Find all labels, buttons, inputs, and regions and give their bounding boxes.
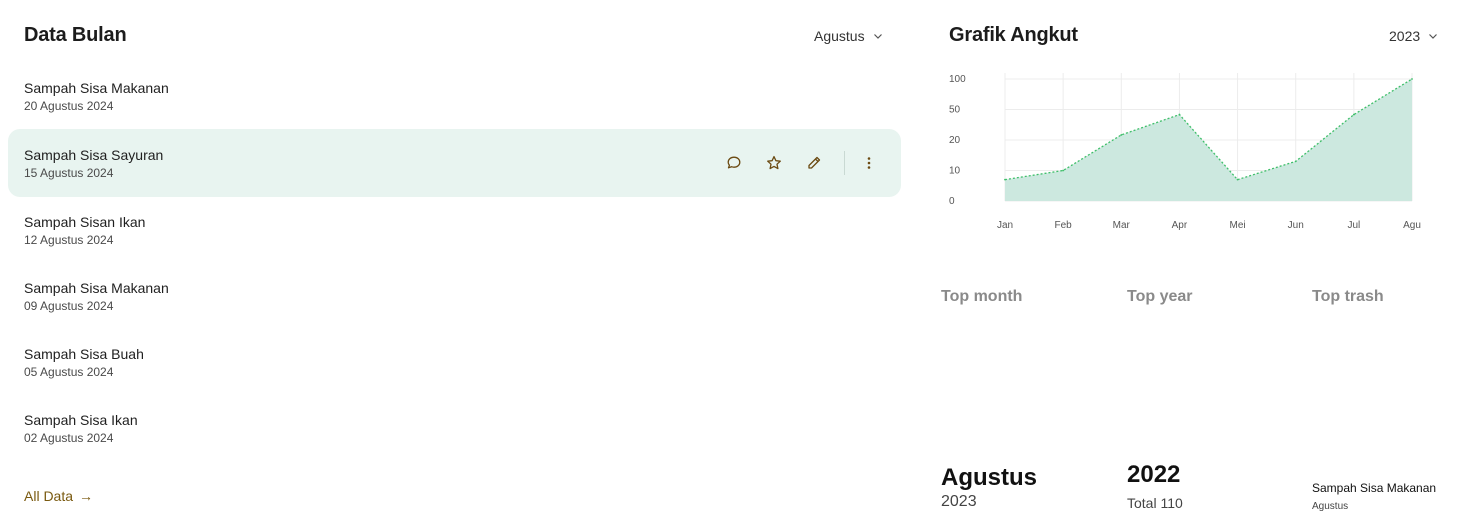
item-date: 09 Agustus 2024 bbox=[24, 298, 114, 313]
top-year-value: 2022 bbox=[1127, 461, 1181, 488]
top-trash-value: Sampah Sisa Makanan bbox=[1312, 481, 1437, 495]
waste-list: Sampah Sisa Makanan 20 Agustus 2024 Samp… bbox=[8, 63, 901, 461]
year-dropdown[interactable]: 2023 bbox=[1389, 28, 1438, 44]
y-tick-label: 20 bbox=[949, 135, 961, 146]
item-date: 02 Agustus 2024 bbox=[24, 430, 114, 445]
data-point bbox=[1004, 178, 1006, 181]
panel-title: Data Bulan bbox=[24, 24, 127, 46]
more-button[interactable] bbox=[855, 149, 883, 177]
x-tick-label: Jul bbox=[1347, 220, 1360, 231]
chart-panel-title: Grafik Angkut bbox=[949, 24, 1078, 46]
star-icon bbox=[767, 155, 781, 170]
data-point bbox=[1352, 113, 1355, 116]
y-tick-label: 10 bbox=[949, 166, 961, 177]
data-point bbox=[1294, 160, 1297, 163]
x-tick-label: Jun bbox=[1288, 220, 1304, 231]
item-name: Sampah Sisa Makanan bbox=[24, 279, 169, 296]
area-chart: 1005020100Jan Feb Mar Apr Mei Jun Jul Agu bbox=[949, 73, 1421, 231]
chevron-down-icon bbox=[873, 34, 882, 39]
list-item[interactable]: Sampah Sisa Makanan 20 Agustus 2024 bbox=[8, 63, 901, 129]
data-point bbox=[1062, 169, 1065, 172]
edit-button[interactable] bbox=[794, 149, 834, 177]
edit-icon bbox=[808, 156, 821, 169]
item-date: 05 Agustus 2024 bbox=[24, 364, 114, 379]
data-point bbox=[1178, 113, 1181, 116]
x-tick-label: Jan bbox=[997, 220, 1013, 231]
list-item[interactable]: Sampah Sisan Ikan 12 Agustus 2024 bbox=[8, 197, 901, 263]
top-trash-sub: Agustus bbox=[1312, 501, 1349, 512]
list-item-active[interactable]: Sampah Sisa Sayuran 15 Agustus 2024 bbox=[8, 129, 901, 197]
x-tick-label: Mei bbox=[1230, 220, 1246, 231]
top-trash-label: Top trash bbox=[1312, 288, 1384, 305]
chevron-down-icon bbox=[1429, 34, 1438, 39]
list-item[interactable]: Sampah Sisa Buah 05 Agustus 2024 bbox=[8, 329, 901, 395]
list-item[interactable]: Sampah Sisa Makanan 09 Agustus 2024 bbox=[8, 263, 901, 329]
y-tick-label: 100 bbox=[949, 74, 966, 85]
x-tick-label: Feb bbox=[1055, 220, 1073, 231]
item-date: 20 Agustus 2024 bbox=[24, 98, 114, 113]
data-point bbox=[1411, 78, 1413, 80]
top-month-sub: 2023 bbox=[941, 493, 977, 510]
list-item[interactable]: Sampah Sisa Ikan 02 Agustus 2024 bbox=[8, 395, 901, 461]
x-tick-label: Agu bbox=[1403, 220, 1421, 231]
top-month-value: Agustus bbox=[941, 464, 1037, 491]
x-tick-label: Mar bbox=[1113, 220, 1131, 231]
grafik-angkut-panel: Grafik Angkut 2023 100 50 20 10 0 Jan Feb Mar Ap… bbox=[915, 0, 1465, 528]
item-name: Sampah Sisan Ikan bbox=[24, 213, 146, 230]
y-tick-label: 0 bbox=[949, 196, 955, 207]
y-tick-label: 50 bbox=[949, 105, 961, 116]
arrow-right-icon: → bbox=[79, 488, 94, 504]
more-vertical-icon bbox=[867, 157, 871, 169]
item-name: Sampah Sisa Ikan bbox=[24, 411, 138, 428]
action-divider bbox=[844, 151, 845, 175]
top-month-label: Top month bbox=[941, 288, 1023, 305]
comment-button[interactable] bbox=[714, 149, 754, 177]
year-dropdown-value: 2023 bbox=[1389, 28, 1421, 44]
item-date: 12 Agustus 2024 bbox=[24, 232, 114, 247]
month-dropdown-value: Agustus bbox=[814, 28, 865, 44]
all-data-label: All Data bbox=[24, 488, 74, 504]
row-actions bbox=[714, 149, 883, 177]
top-year-sub: Total 110 bbox=[1127, 495, 1183, 511]
data-point bbox=[1120, 134, 1123, 136]
data-point bbox=[1236, 178, 1239, 181]
month-dropdown[interactable]: Agustus bbox=[814, 28, 883, 44]
favorite-button[interactable] bbox=[754, 149, 794, 177]
comment-icon bbox=[727, 156, 741, 169]
top-year-label: Top year bbox=[1127, 288, 1193, 305]
x-tick-label: Apr bbox=[1172, 220, 1188, 231]
all-data-link[interactable]: All Data → bbox=[24, 488, 93, 504]
item-name: Sampah Sisa Makanan bbox=[24, 79, 169, 96]
data-bulan-panel: Data Bulan Agustus Sampah Sisa Makanan 2… bbox=[0, 0, 915, 528]
item-name: Sampah Sisa Buah bbox=[24, 345, 144, 362]
